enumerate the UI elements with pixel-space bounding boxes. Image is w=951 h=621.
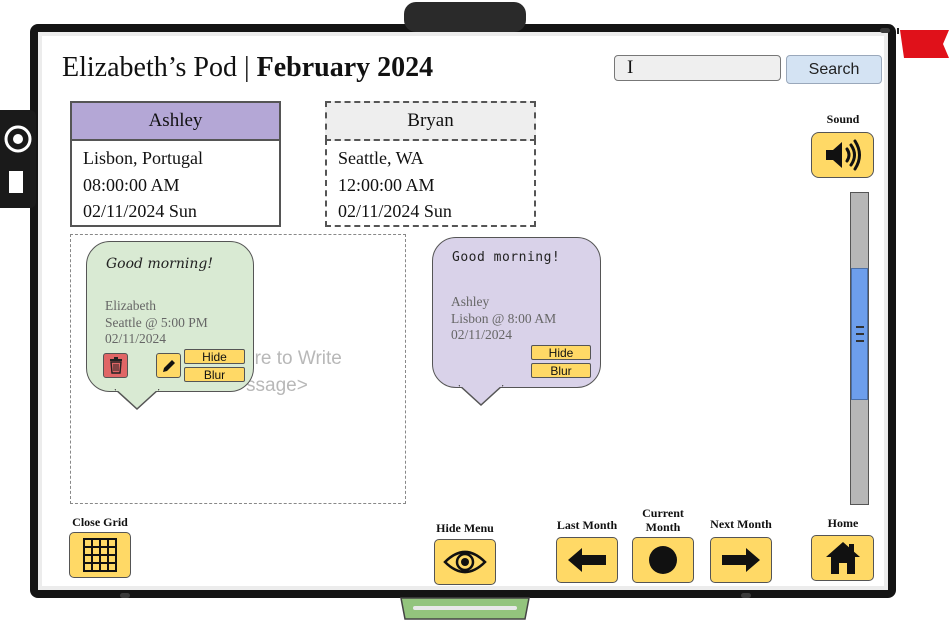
eye-icon	[443, 550, 487, 574]
note-date: 02/11/2024	[105, 331, 167, 346]
clock-location: Seattle, WA	[338, 148, 424, 168]
board-top-clip	[404, 2, 526, 32]
current-month-label: Current Month	[626, 506, 700, 534]
edit-note-button[interactable]	[156, 353, 181, 378]
title-separator: |	[243, 52, 250, 83]
note-author: Elizabeth	[105, 298, 156, 313]
note-info: Ashley Lisbon @ 8:00 AM 02/11/2024	[451, 294, 556, 344]
note-greeting: Good morning!	[106, 256, 213, 272]
sound-label: Sound	[826, 112, 860, 126]
clock-card-ashley: Lisbon, Portugal 08:00:00 AM 02/11/2024 …	[70, 139, 281, 227]
note-date: 02/11/2024	[451, 327, 513, 342]
note-greeting: Good morning!	[452, 250, 561, 265]
clock-date: 02/11/2024 Sun	[83, 201, 197, 221]
hide-note-button[interactable]: Hide	[184, 349, 245, 364]
grip-icon	[856, 326, 864, 342]
last-month-label: Last Month	[556, 518, 618, 532]
flag-icon[interactable]	[896, 26, 951, 62]
bubble-tail	[458, 385, 504, 407]
pencil-icon	[162, 359, 175, 372]
home-button[interactable]	[811, 535, 874, 581]
next-month-label: Next Month	[710, 517, 772, 531]
clock-location: Lisbon, Portugal	[83, 148, 203, 168]
clock-name: Bryan	[407, 110, 454, 131]
clock-card-ashley-header[interactable]: Ashley	[70, 101, 281, 141]
clock-name: Ashley	[148, 110, 203, 131]
side-toolbox	[0, 110, 36, 208]
close-grid-button[interactable]	[69, 532, 131, 578]
sound-button[interactable]	[811, 132, 874, 178]
current-month-label-line: Month	[645, 520, 681, 534]
arrow-left-icon	[568, 548, 606, 572]
clock-time: 08:00:00 AM	[83, 174, 180, 195]
clock-card-bryan-header[interactable]: Bryan	[325, 101, 536, 141]
delete-note-button[interactable]	[103, 353, 128, 378]
next-month-button[interactable]	[710, 537, 772, 583]
hide-menu-button[interactable]	[434, 539, 496, 585]
search-input[interactable]	[614, 55, 781, 81]
home-label: Home	[827, 516, 859, 530]
circle-icon	[649, 546, 677, 574]
record-icon[interactable]	[3, 124, 33, 154]
blur-note-button[interactable]: Blur	[184, 367, 245, 382]
current-month-label-line: Current	[642, 506, 684, 520]
note-location-time: Seattle @ 5:00 PM	[105, 314, 208, 330]
close-grid-label: Close Grid	[72, 515, 128, 529]
note-info: Elizabeth Seattle @ 5:00 PM 02/11/2024	[105, 298, 208, 348]
hide-note-button[interactable]: Hide	[531, 345, 591, 360]
home-icon	[825, 542, 860, 574]
search-button[interactable]: Search	[786, 55, 882, 84]
pod-title: Elizabeth’s Pod	[62, 52, 237, 83]
last-month-button[interactable]	[556, 537, 618, 583]
grid-placeholder-line: ssage>	[246, 375, 308, 396]
page-title: Elizabeth’s Pod | February 2024	[62, 52, 433, 84]
clock-time: 12:00:00 AM	[338, 174, 435, 195]
arrow-right-icon	[722, 548, 760, 572]
trash-icon	[109, 357, 122, 374]
hide-menu-label: Hide Menu	[436, 521, 494, 535]
clock-date: 02/11/2024 Sun	[338, 201, 452, 221]
scrollbar-thumb[interactable]	[851, 268, 868, 400]
blur-note-button[interactable]: Blur	[531, 363, 591, 378]
speaker-icon	[825, 139, 861, 171]
grid-icon	[83, 538, 117, 572]
clock-card-bryan: Seattle, WA 12:00:00 AM 02/11/2024 Sun	[325, 139, 536, 227]
current-month-button[interactable]	[632, 537, 694, 583]
frame-foot	[120, 593, 130, 598]
marker-tray[interactable]	[399, 596, 531, 620]
frame-screw	[880, 28, 890, 33]
eraser-icon[interactable]	[8, 170, 24, 194]
note-author: Ashley	[451, 294, 490, 309]
note-location-time: Lisbon @ 8:00 AM	[451, 310, 557, 326]
grid-placeholder: ere to Write ssage>	[244, 345, 404, 399]
frame-foot	[741, 593, 751, 598]
month-title: February 2024	[256, 52, 434, 83]
bubble-tail	[114, 389, 160, 411]
grid-placeholder-line: ere to Write	[244, 348, 342, 369]
